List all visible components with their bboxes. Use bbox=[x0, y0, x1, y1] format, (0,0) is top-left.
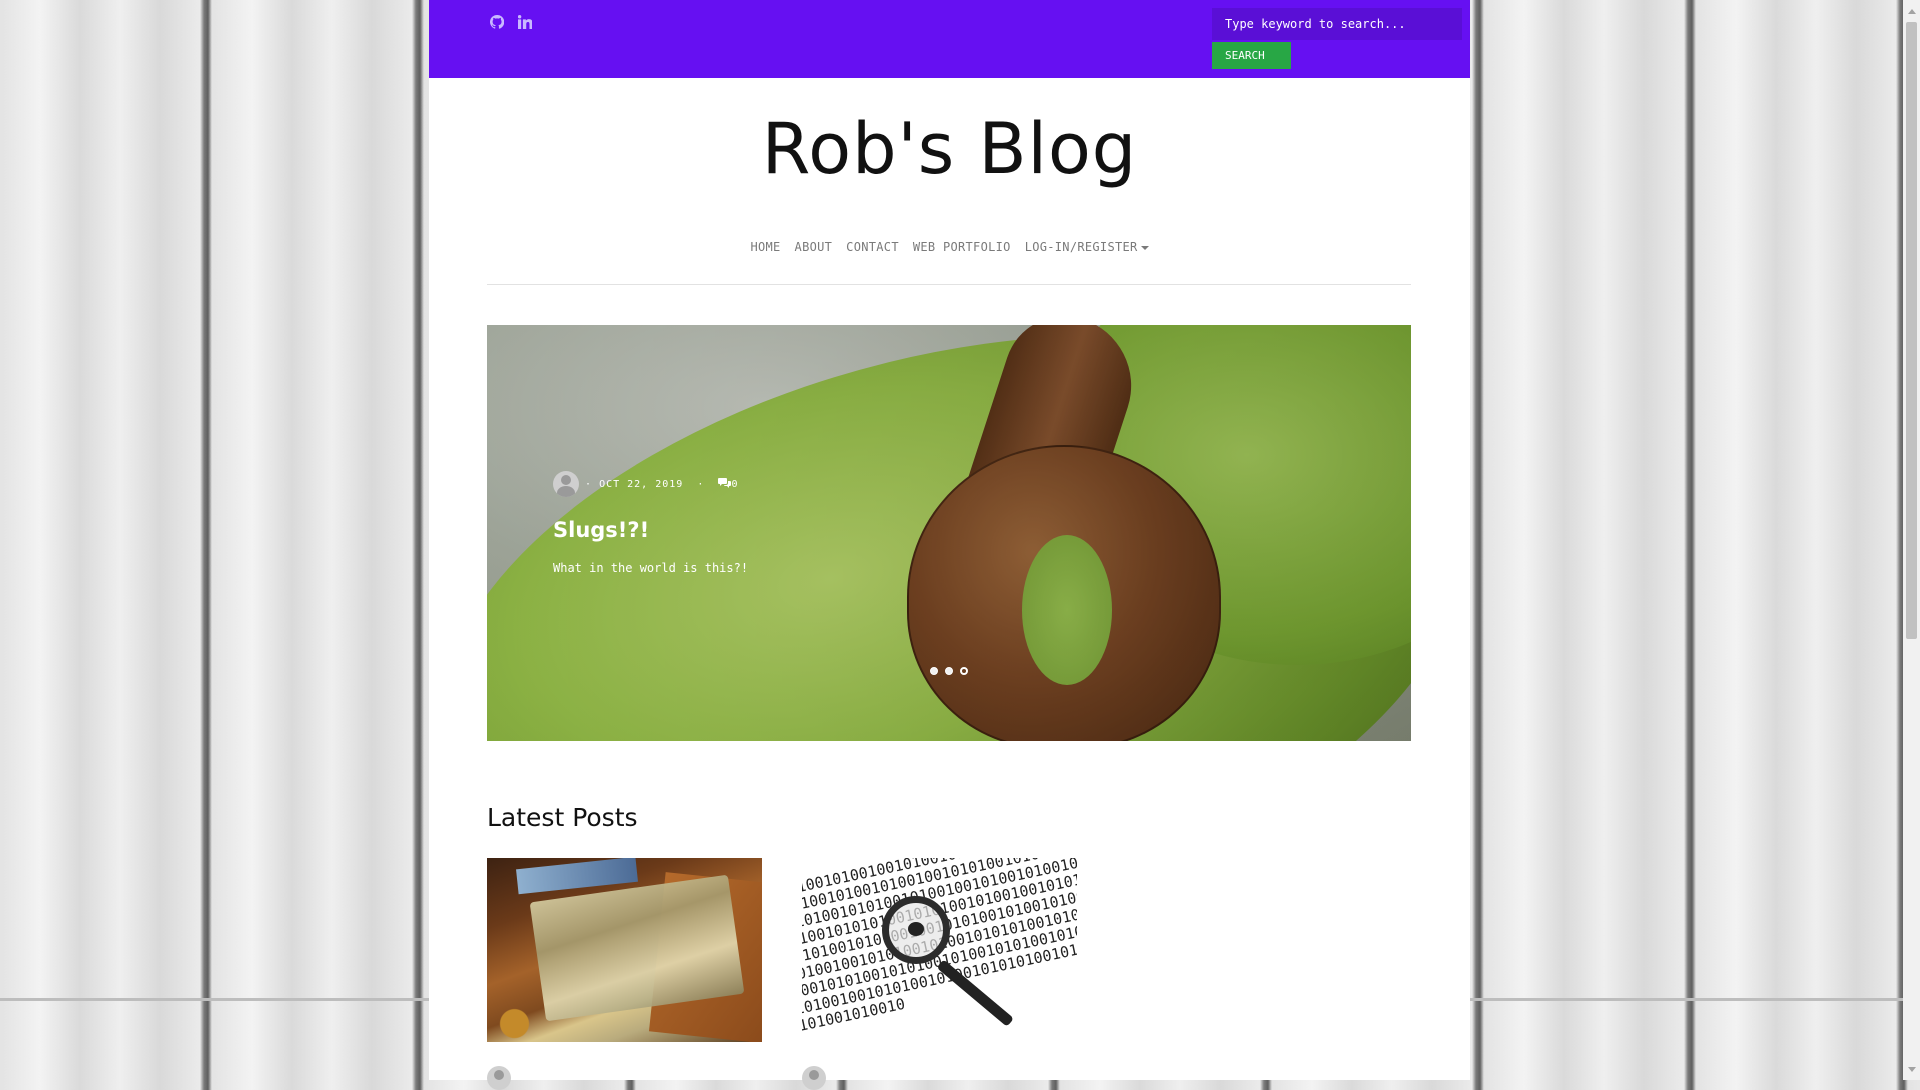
page-container: SEARCH Rob's Blog HOME ABOUT CONTACT WEB… bbox=[429, 0, 1470, 1090]
wallet-cash-image[interactable] bbox=[487, 858, 762, 1042]
post-author-avatar[interactable] bbox=[802, 1066, 826, 1090]
meta-separator: · bbox=[585, 478, 593, 490]
nav-about[interactable]: ABOUT bbox=[788, 240, 840, 254]
search-button[interactable]: SEARCH bbox=[1212, 42, 1291, 69]
nav-contact[interactable]: CONTACT bbox=[839, 240, 906, 254]
search-input[interactable] bbox=[1212, 8, 1462, 40]
nav-login-register-label: LOG-IN/REGISTER bbox=[1024, 240, 1138, 254]
carousel-indicators bbox=[487, 667, 1411, 675]
meta-separator-2: · bbox=[697, 478, 705, 490]
chevron-down-icon bbox=[1140, 245, 1149, 250]
comments-icon[interactable] bbox=[718, 477, 732, 491]
bug-icon bbox=[908, 922, 924, 936]
binary-magnifier-image[interactable]: 1010100101001001010010100101010101001010… bbox=[802, 858, 1077, 1042]
scroll-up-icon[interactable] bbox=[1906, 4, 1917, 18]
carousel-dot-3[interactable] bbox=[960, 667, 968, 675]
nav-web-portfolio[interactable]: WEB PORTFOLIO bbox=[906, 240, 1018, 254]
top-bar: SEARCH bbox=[429, 0, 1470, 78]
hero-carousel[interactable]: · OCT 22, 2019 · 0 Slugs!?! What in the … bbox=[487, 325, 1411, 741]
hero-post-excerpt: What in the world is this?! bbox=[553, 561, 749, 575]
scrollbar-thumb[interactable] bbox=[1906, 22, 1917, 639]
hero-post-title[interactable]: Slugs!?! bbox=[553, 518, 649, 542]
main-nav: HOME ABOUT CONTACT WEB PORTFOLIO LOG-IN/… bbox=[429, 240, 1470, 254]
comment-count: 0 bbox=[731, 478, 739, 490]
site-title[interactable]: Rob's Blog bbox=[429, 108, 1470, 190]
carousel-dot-2[interactable] bbox=[945, 667, 953, 675]
carousel-dot-1[interactable] bbox=[930, 667, 938, 675]
nav-login-register-dropdown[interactable]: LOG-IN/REGISTER bbox=[1018, 240, 1156, 254]
hero-post-meta: · OCT 22, 2019 · 0 bbox=[553, 471, 738, 497]
author-avatar[interactable] bbox=[553, 471, 579, 497]
latest-posts-heading: Latest Posts bbox=[487, 803, 638, 832]
linkedin-icon[interactable] bbox=[517, 14, 533, 30]
header-divider bbox=[487, 284, 1411, 285]
github-icon[interactable] bbox=[489, 14, 505, 30]
scroll-down-icon[interactable] bbox=[1906, 1062, 1917, 1076]
nav-home[interactable]: HOME bbox=[743, 240, 787, 254]
post-date: OCT 22, 2019 bbox=[599, 478, 684, 490]
post-author-avatar[interactable] bbox=[487, 1066, 511, 1090]
